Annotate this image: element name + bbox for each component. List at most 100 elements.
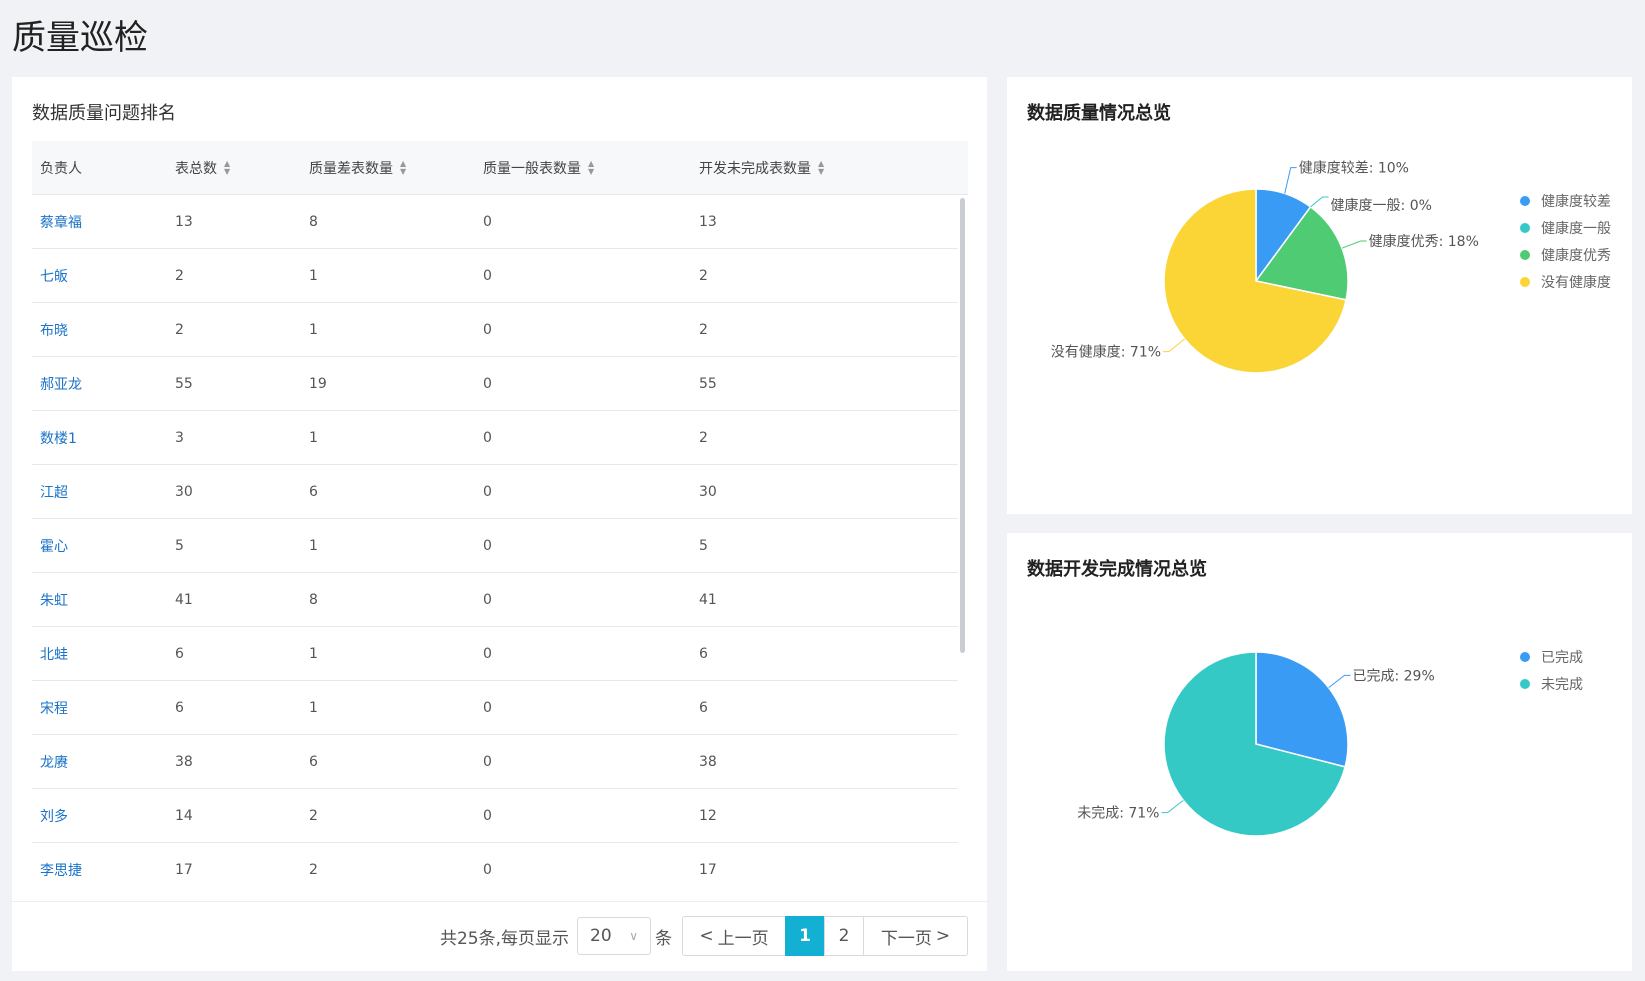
slice-label: 未完成: 71% [1077, 806, 1159, 822]
table-cell: 1 [309, 321, 318, 338]
owner-link[interactable]: 七皈 [32, 266, 167, 286]
table-scrollbar[interactable] [960, 198, 965, 653]
table-row: 朱虹 41 8 0 41 [32, 573, 958, 627]
chart-legend: 健康度较差健康度一般健康度优秀没有健康度 [1520, 187, 1611, 295]
legend-item[interactable]: 已完成 [1520, 643, 1583, 670]
table-cell: 0 [483, 429, 492, 446]
leader-line [1163, 338, 1185, 353]
slice-label: 健康度较差: 10% [1299, 160, 1409, 177]
table-cell: 41 [175, 591, 193, 608]
table-row: 李思捷 17 2 0 17 [32, 843, 958, 881]
legend-dot-icon [1520, 651, 1530, 662]
column-header-normal[interactable]: 质量一般表数量 ▲ ▼ [475, 158, 691, 178]
page-title: 质量巡检 [12, 18, 148, 58]
legend-label: 健康度较差 [1541, 193, 1611, 210]
sort-caret-icon[interactable]: ▲ ▼ [588, 159, 594, 176]
page-size-select[interactable]: 20 ∨ [577, 917, 651, 955]
owner-link[interactable]: 布晓 [32, 320, 167, 340]
legend-label: 健康度一般 [1541, 220, 1611, 237]
owner-link[interactable]: 朱虹 [32, 590, 167, 610]
table-cell: 38 [699, 753, 717, 770]
page-size-unit: 条 [655, 928, 672, 949]
sort-caret-icon[interactable]: ▲ ▼ [400, 159, 406, 176]
table-cell: 0 [483, 861, 492, 878]
table-row: 郝亚龙 55 19 0 55 [32, 357, 958, 411]
sort-caret-icon[interactable]: ▲ ▼ [224, 159, 230, 176]
prev-page-button[interactable]: < 上一页 [682, 916, 786, 956]
table-cell: 2 [309, 861, 318, 878]
leader-line [1341, 240, 1367, 249]
table-cell: 0 [483, 321, 492, 338]
legend-label: 未完成 [1541, 676, 1583, 693]
table-row: 宋程 6 1 0 6 [32, 681, 958, 735]
table-cell: 5 [175, 537, 184, 554]
legend-label: 健康度优秀 [1541, 247, 1611, 264]
table-cell: 8 [309, 591, 318, 608]
legend-item[interactable]: 没有健康度 [1520, 268, 1611, 295]
owner-link[interactable]: 宋程 [32, 698, 167, 718]
legend-item[interactable]: 健康度较差 [1520, 187, 1611, 214]
table-cell: 55 [175, 375, 193, 392]
chevron-down-icon: ∨ [629, 929, 638, 943]
page-1-button[interactable]: 1 [785, 916, 825, 956]
ranking-title: 数据质量问题排名 [32, 103, 176, 124]
owner-link[interactable]: 霍心 [32, 536, 167, 556]
pagination: 共25条,每页显示 20 ∨ 条 < 上一页 1 2 下一页 > [440, 916, 968, 956]
column-header-unfinished[interactable]: 开发未完成表数量 ▲ ▼ [691, 158, 958, 178]
table-cell: 0 [483, 537, 492, 554]
table-cell: 0 [483, 753, 492, 770]
table-cell: 6 [699, 699, 708, 716]
table-cell: 41 [699, 591, 717, 608]
table-cell: 0 [483, 375, 492, 392]
legend-item[interactable]: 健康度一般 [1520, 214, 1611, 241]
completion-pie-chart: 已完成: 29% 未完成: 71% [1077, 651, 1435, 837]
table-cell: 0 [483, 645, 492, 662]
owner-link[interactable]: 李思捷 [32, 860, 167, 880]
column-header-poor[interactable]: 质量差表数量 ▲ ▼ [301, 158, 475, 178]
owner-link[interactable]: 蔡章福 [32, 212, 167, 232]
table-cell: 19 [309, 375, 327, 392]
table-cell: 6 [309, 483, 318, 500]
table-cell: 1 [309, 645, 318, 662]
column-header-total[interactable]: 表总数 ▲ ▼ [167, 158, 301, 178]
table-cell: 1 [309, 267, 318, 284]
table-cell: 17 [175, 861, 193, 878]
ranking-table: 负责人 表总数 ▲ ▼ 质量差表数量 ▲ ▼ 质量一般表数量 ▲ ▼ 开发未完成表数量 ▲ ▼ … [32, 141, 968, 881]
leader-line [1284, 167, 1297, 194]
table-header: 负责人 表总数 ▲ ▼ 质量差表数量 ▲ ▼ 质量一般表数量 ▲ ▼ 开发未完成表数量 ▲ ▼ [32, 141, 968, 195]
owner-link[interactable]: 龙赓 [32, 752, 167, 772]
sort-caret-icon[interactable]: ▲ ▼ [818, 159, 824, 176]
slice-label: 健康度优秀: 18% [1369, 233, 1479, 250]
table-cell: 2 [699, 267, 708, 284]
legend-dot-icon [1520, 249, 1530, 260]
next-page-button[interactable]: 下一页 > [863, 916, 968, 956]
page-2-button[interactable]: 2 [824, 916, 864, 956]
owner-link[interactable]: 郝亚龙 [32, 374, 167, 394]
divider [12, 901, 987, 902]
table-cell: 2 [175, 267, 184, 284]
table-cell: 2 [175, 321, 184, 338]
table-cell: 2 [699, 321, 708, 338]
owner-link[interactable]: 刘多 [32, 806, 167, 826]
table-body: 蔡章福 13 8 0 13 七皈 2 1 0 2 布晓 2 1 0 2 郝亚龙 55 19 0 55 数楼1 3 1 0 2 江超… [32, 195, 968, 881]
legend-item[interactable]: 健康度优秀 [1520, 241, 1611, 268]
table-cell: 13 [175, 213, 193, 230]
table-cell: 17 [699, 861, 717, 878]
table-cell: 12 [699, 807, 717, 824]
owner-link[interactable]: 北蛙 [32, 644, 167, 664]
table-cell: 14 [175, 807, 193, 824]
owner-link[interactable]: 数楼1 [32, 428, 167, 448]
legend-dot-icon [1520, 678, 1530, 689]
legend-dot-icon [1520, 222, 1530, 233]
slice-label: 没有健康度: 71% [1051, 344, 1161, 361]
table-cell: 0 [483, 591, 492, 608]
owner-link[interactable]: 江超 [32, 482, 167, 502]
table-row: 布晓 2 1 0 2 [32, 303, 958, 357]
table-cell: 6 [175, 699, 184, 716]
table-cell: 30 [699, 483, 717, 500]
legend-item[interactable]: 未完成 [1520, 670, 1583, 697]
slice-label: 已完成: 29% [1352, 668, 1434, 684]
table-row: 蔡章福 13 8 0 13 [32, 195, 958, 249]
table-cell: 6 [309, 753, 318, 770]
leader-line [1310, 196, 1329, 208]
